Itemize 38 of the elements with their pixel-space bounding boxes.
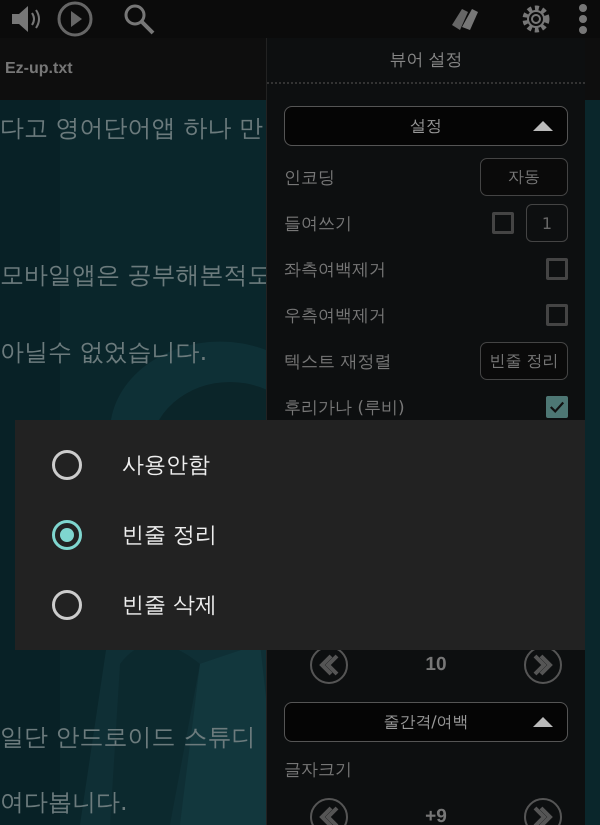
- reader-line: 아닐수 없었습니다.: [0, 337, 208, 367]
- setting-label: 우측여백제거: [284, 304, 386, 326]
- reader-line: 일단 안드로이드 스튜디: [0, 722, 256, 752]
- checkbox[interactable]: [546, 304, 568, 326]
- radio-option[interactable]: 사용안함: [15, 430, 585, 500]
- previous-icon[interactable]: [309, 797, 349, 825]
- setting-label: 인코딩: [284, 166, 335, 188]
- triangle-up-icon: [533, 717, 553, 727]
- triangle-up-icon: [533, 121, 553, 131]
- panel-title: 뷰어 설정: [267, 38, 585, 84]
- setting-label: 좌측여백제거: [284, 258, 386, 280]
- value-button[interactable]: 자동: [480, 158, 568, 196]
- search-icon[interactable]: [122, 2, 156, 36]
- file-title: Ez-up.txt: [5, 60, 73, 78]
- next-icon[interactable]: [522, 797, 563, 825]
- reader-line: 모바일앱은 공부해본적도: [0, 260, 272, 290]
- radio-option[interactable]: 빈줄 삭제: [15, 570, 585, 640]
- radio-button[interactable]: [52, 520, 82, 550]
- radio-button[interactable]: [52, 450, 82, 480]
- play-icon[interactable]: [56, 0, 94, 38]
- setting-label: 후리가나 (루비): [284, 396, 405, 418]
- checkbox[interactable]: [492, 212, 514, 234]
- setting-label: 들여쓰기: [284, 212, 352, 234]
- setting-label: 텍스트 재정렬: [284, 350, 392, 372]
- more-icon[interactable]: [578, 3, 588, 35]
- reader-line: 여다봅니다.: [0, 787, 128, 817]
- section-dropdown[interactable]: 설정: [284, 106, 568, 146]
- value-button[interactable]: 빈줄 정리: [480, 342, 568, 380]
- check-icon: [549, 400, 565, 414]
- stepper-value: +9: [425, 806, 447, 825]
- reader-line: 다고 영어단어앱 하나 만: [0, 113, 263, 143]
- stepper-value: 10: [425, 654, 447, 676]
- radio-button[interactable]: [52, 590, 82, 620]
- setting-label: 글자크기: [284, 758, 352, 780]
- section-dropdown[interactable]: 줄간격/여백: [284, 702, 568, 742]
- radio-option[interactable]: 빈줄 정리: [15, 500, 585, 570]
- checkbox[interactable]: [546, 396, 568, 418]
- checkbox[interactable]: [546, 258, 568, 280]
